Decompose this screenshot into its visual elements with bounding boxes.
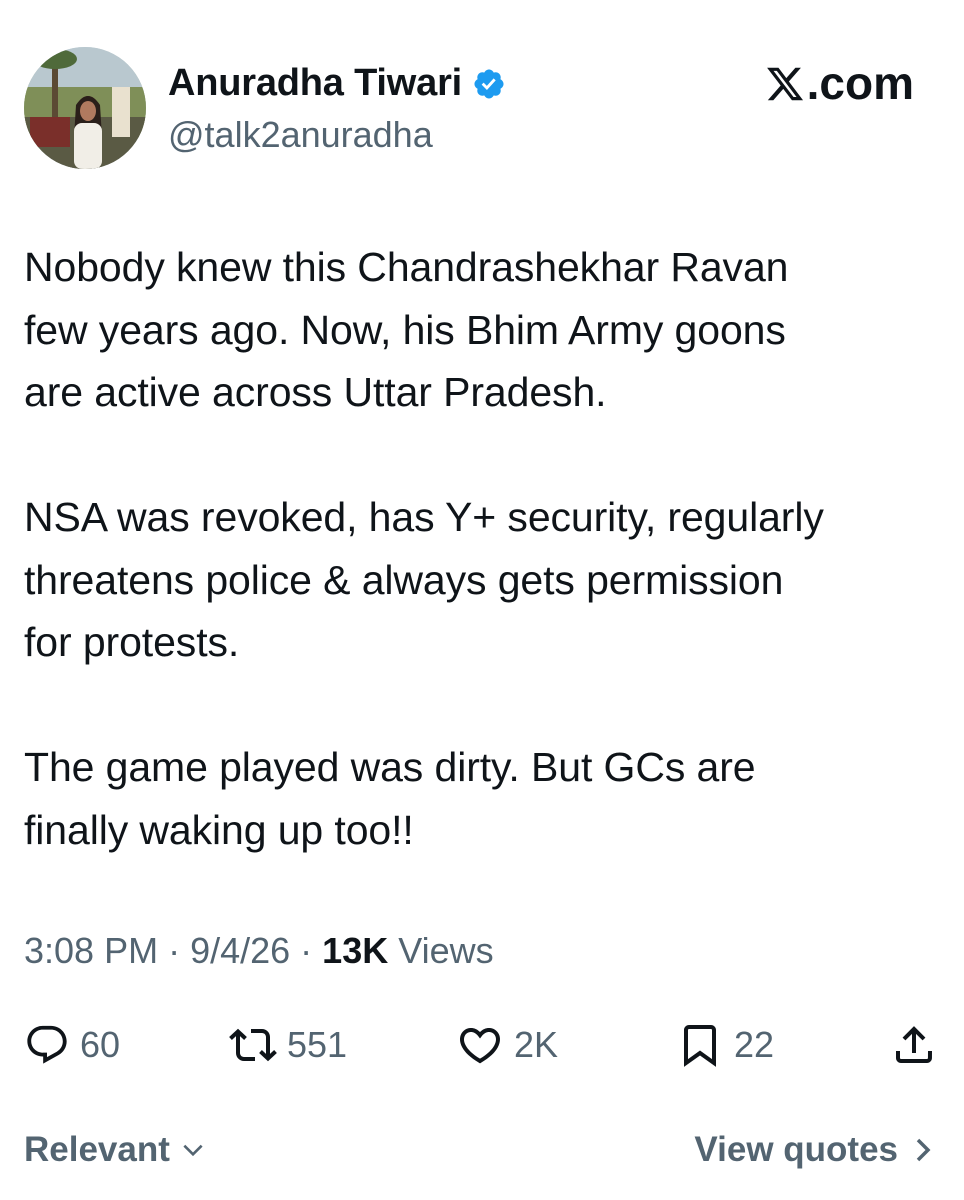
sort-label: Relevant [24, 1130, 170, 1169]
tweet-actions: 60 551 2K 22 [24, 1010, 940, 1080]
brand-domain: .com [806, 57, 914, 109]
views-count: 13K [322, 930, 389, 971]
view-quotes-link[interactable]: View quotes [694, 1130, 934, 1170]
like-count: 2K [514, 1024, 559, 1065]
author-name-row: Anuradha Tiwari [168, 62, 506, 105]
tweet-paragraph: Nobody knew this Chandrashekhar Ravan fe… [24, 244, 789, 415]
tweet-time[interactable]: 3:08 PM [24, 930, 158, 971]
reply-icon [27, 1025, 67, 1064]
views-label: Views [388, 930, 494, 971]
view-quotes-label: View quotes [694, 1130, 898, 1169]
tweet-date[interactable]: 9/4/26 [190, 930, 290, 971]
author-name[interactable]: Anuradha Tiwari [168, 62, 462, 105]
bookmark-icon [684, 1025, 716, 1067]
x-logo-icon [765, 62, 805, 104]
tweet-paragraph: NSA was revoked, has Y+ security, regula… [24, 494, 824, 665]
verified-badge-icon [472, 67, 506, 101]
avatar-photo [24, 47, 146, 169]
meta-separator: · [290, 930, 323, 971]
repost-icon [229, 1028, 277, 1062]
bookmark-button[interactable]: 22 [676, 1010, 774, 1080]
brand-logo: .com [765, 56, 914, 110]
reply-button[interactable]: 60 [24, 1010, 120, 1080]
author-handle[interactable]: @talk2anuradha [168, 114, 433, 156]
tweet-paragraph: The game played was dirty. But GCs are f… [24, 744, 756, 853]
tweet-screenshot: Anuradha Tiwari @talk2anuradha .com Nobo… [0, 0, 964, 1200]
share-icon [896, 1026, 932, 1063]
share-button[interactable] [890, 1010, 938, 1080]
heart-icon [459, 1028, 501, 1064]
reply-count: 60 [80, 1024, 121, 1065]
tweet-meta: 3:08 PM · 9/4/26 · 13K Views [24, 930, 494, 972]
chevron-right-icon [916, 1138, 931, 1162]
tweet-text: Nobody knew this Chandrashekhar Ravan fe… [24, 236, 944, 861]
repost-button[interactable]: 551 [229, 1010, 347, 1080]
meta-separator: · [158, 930, 191, 971]
avatar[interactable] [24, 47, 146, 169]
sort-relevant-dropdown[interactable]: Relevant [24, 1130, 206, 1170]
bookmark-count: 22 [734, 1024, 775, 1065]
like-button[interactable]: 2K [456, 1010, 558, 1080]
chevron-down-icon [183, 1144, 203, 1157]
repost-count: 551 [287, 1024, 348, 1065]
